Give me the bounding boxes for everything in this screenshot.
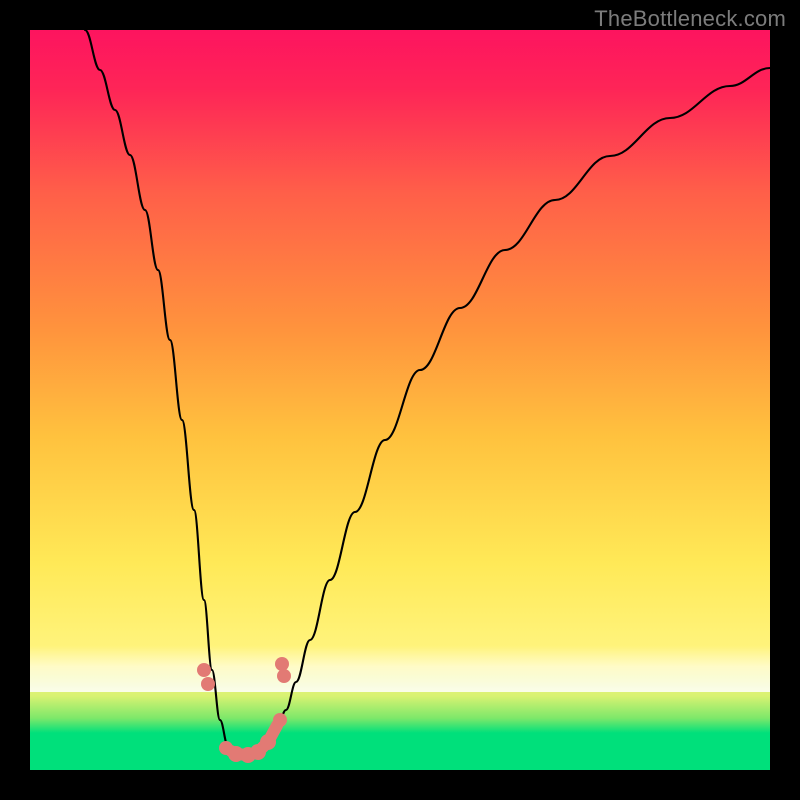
bottleneck-curve — [85, 30, 770, 758]
data-marker — [275, 657, 289, 671]
data-markers — [197, 657, 291, 763]
data-marker — [260, 734, 276, 750]
curve-layer — [30, 30, 770, 770]
data-marker — [201, 677, 215, 691]
chart-frame: TheBottleneck.com — [0, 0, 800, 800]
watermark-text: TheBottleneck.com — [594, 6, 786, 32]
plot-area — [30, 30, 770, 770]
data-marker — [277, 669, 291, 683]
data-marker — [273, 713, 287, 727]
data-marker — [197, 663, 211, 677]
